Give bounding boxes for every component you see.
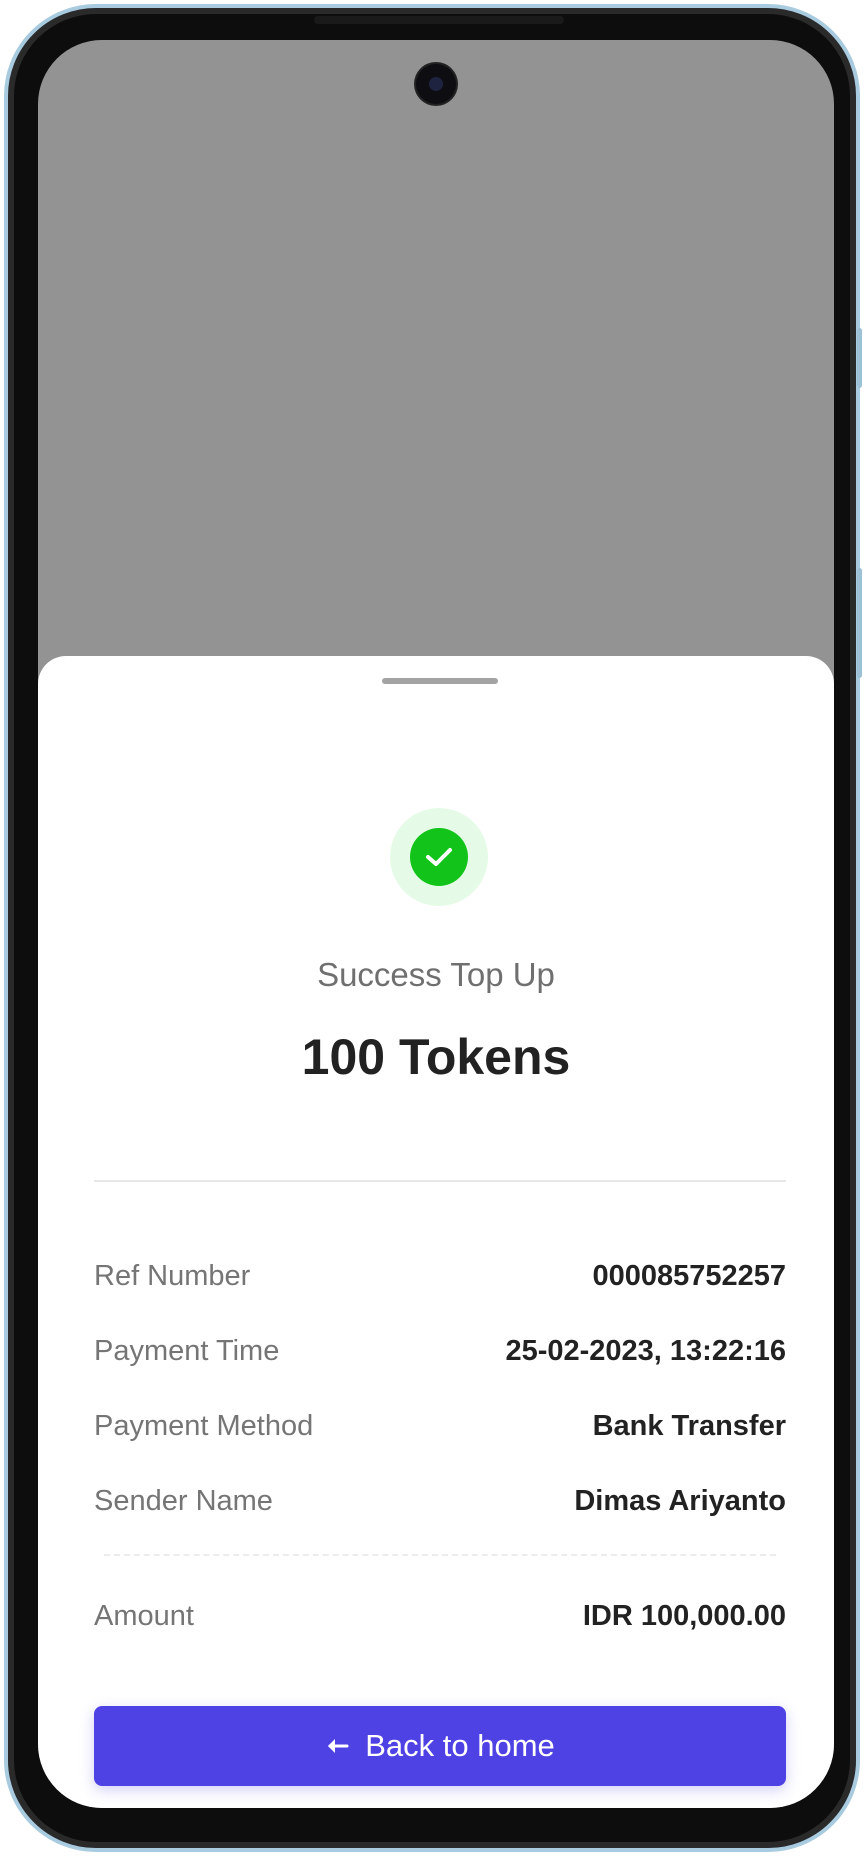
success-badge bbox=[390, 808, 488, 906]
detail-label: Sender Name bbox=[94, 1484, 273, 1517]
back-to-home-button[interactable]: Back to home bbox=[94, 1706, 786, 1786]
detail-row-payment-method: Payment Method Bank Transfer bbox=[94, 1406, 786, 1446]
detail-value: 000085752257 bbox=[592, 1259, 786, 1292]
detail-row-ref-number: Ref Number 000085752257 bbox=[94, 1256, 786, 1296]
divider bbox=[94, 1180, 786, 1182]
detail-row-sender-name: Sender Name Dimas Ariyanto bbox=[94, 1481, 786, 1521]
token-amount-title: 100 Tokens bbox=[301, 1029, 571, 1085]
detail-value: 25-02-2023, 13:22:16 bbox=[505, 1334, 786, 1367]
detail-label: Ref Number bbox=[94, 1259, 251, 1292]
detail-label: Payment Time bbox=[94, 1334, 280, 1367]
dashed-separator bbox=[104, 1554, 776, 1556]
bottom-sheet: Success Top Up 100 Tokens Ref Number 000… bbox=[38, 656, 834, 1808]
phone-frame: Success Top Up 100 Tokens Ref Number 000… bbox=[4, 4, 862, 1852]
screen: Success Top Up 100 Tokens Ref Number 000… bbox=[38, 40, 834, 1808]
check-icon bbox=[410, 828, 468, 886]
sheet-drag-handle[interactable] bbox=[382, 678, 498, 684]
detail-value: Bank Transfer bbox=[592, 1409, 786, 1442]
detail-label: Payment Method bbox=[94, 1409, 314, 1442]
amount-label: Amount bbox=[94, 1599, 194, 1632]
power-button bbox=[857, 568, 862, 678]
back-to-home-label: Back to home bbox=[365, 1728, 555, 1763]
detail-row-payment-time: Payment Time 25-02-2023, 13:22:16 bbox=[94, 1331, 786, 1371]
front-camera bbox=[416, 64, 456, 104]
amount-row: Amount IDR 100,000.00 bbox=[94, 1596, 786, 1636]
arrow-left-icon bbox=[325, 1736, 349, 1756]
volume-button bbox=[857, 328, 862, 388]
earpiece-speaker bbox=[314, 16, 564, 24]
amount-value: IDR 100,000.00 bbox=[582, 1599, 786, 1632]
status-text: Success Top Up bbox=[317, 956, 555, 993]
detail-value: Dimas Ariyanto bbox=[574, 1484, 786, 1517]
